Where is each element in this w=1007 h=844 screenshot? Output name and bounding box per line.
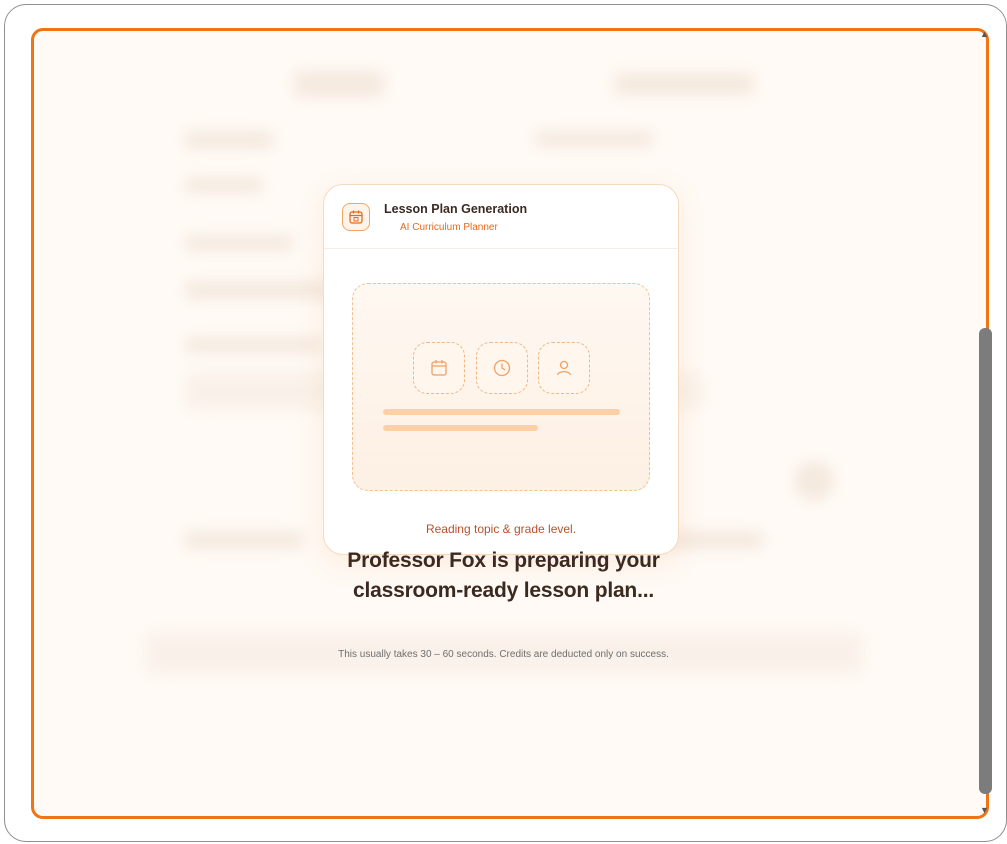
user-icon [538, 342, 590, 394]
scrollbar-thumb[interactable] [979, 328, 992, 794]
loading-heading: Professor Fox is preparing your classroo… [0, 546, 1007, 606]
scroll-up-arrow-icon[interactable]: ▲ [980, 30, 989, 39]
lesson-plan-card: Lesson Plan Generation AI Curriculum Pla… [323, 184, 679, 555]
generation-status: Reading topic & grade level. [425, 522, 577, 536]
skeleton-line [383, 425, 538, 431]
card-subtitle: AI Curriculum Planner [400, 222, 498, 233]
progress-illustration [352, 283, 650, 491]
loading-heading-line-1: Professor Fox is preparing your [347, 549, 660, 572]
clock-icon [476, 342, 528, 394]
calendar-icon [342, 203, 370, 231]
card-header: Lesson Plan Generation AI Curriculum Pla… [324, 185, 678, 249]
scroll-down-arrow-icon[interactable]: ▼ [980, 806, 989, 815]
loading-note: This usually takes 30 – 60 seconds. Cred… [338, 649, 669, 660]
loading-heading-line-2: classroom-ready lesson plan... [353, 579, 654, 602]
skeleton-line [383, 409, 620, 415]
card-title: Lesson Plan Generation [384, 202, 528, 216]
calendar-icon [413, 342, 465, 394]
